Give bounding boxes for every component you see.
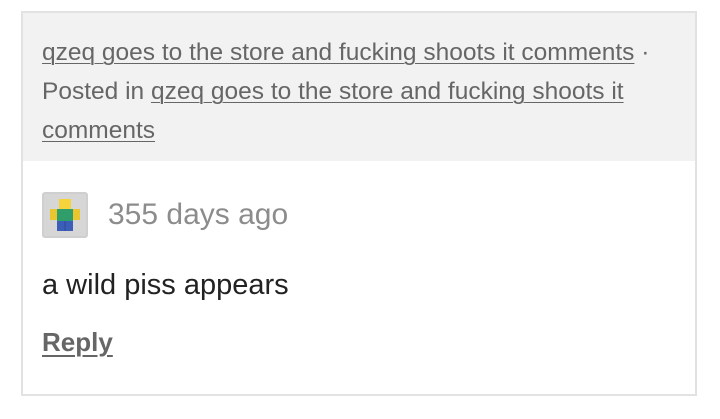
posted-in-label: Posted in — [42, 78, 151, 105]
comment-meta: 355 days ago — [42, 191, 695, 239]
post-title-link[interactable]: qzeq goes to the store and fucking shoot… — [42, 39, 634, 66]
comment-card: qzeq goes to the store and fucking shoot… — [21, 11, 697, 396]
separator-dot: · — [634, 39, 650, 66]
avatar[interactable] — [42, 192, 88, 238]
comment-timestamp: 355 days ago — [108, 198, 289, 231]
reply-button[interactable]: Reply — [42, 327, 113, 358]
comment-body: a wild piss appears — [42, 269, 289, 301]
comment-context-header: qzeq goes to the store and fucking shoot… — [23, 13, 695, 161]
roblox-noob-avatar-icon — [50, 199, 80, 231]
